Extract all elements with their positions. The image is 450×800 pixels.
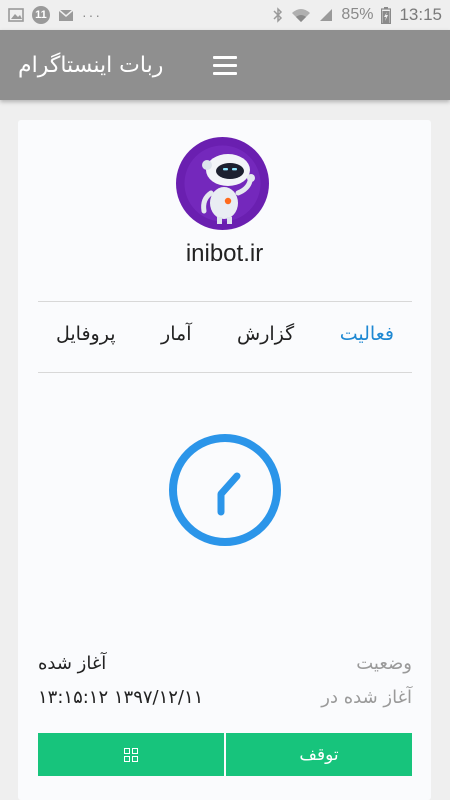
wifi-icon <box>291 8 311 23</box>
app-bar: ربات اینستاگرام <box>0 30 450 100</box>
battery-percentage: 85% <box>341 6 374 23</box>
divider-top <box>38 301 412 302</box>
status-value: آغاز شده <box>38 653 107 674</box>
grid-button[interactable] <box>38 733 226 776</box>
bluetooth-icon <box>273 7 283 23</box>
started-label: آغاز شده در <box>321 687 412 708</box>
grid-icon <box>124 747 138 762</box>
status-row: وضعیت آغاز شده <box>38 653 412 674</box>
hamburger-menu-icon[interactable] <box>207 50 238 80</box>
tab-report[interactable]: گزارش <box>237 323 294 345</box>
notification-badge: 11 <box>32 6 50 24</box>
more-notifications: ··· <box>82 7 102 23</box>
stop-button[interactable]: توقف <box>226 733 412 776</box>
tab-stats[interactable]: آمار <box>161 323 191 345</box>
action-buttons: توقف <box>38 733 412 776</box>
tab-activity[interactable]: فعالیت <box>340 323 394 345</box>
mail-icon <box>58 8 74 22</box>
image-icon <box>8 8 24 22</box>
bot-card: inibot.ir فعالیت گزارش آمار پروفایل وضعی… <box>18 120 431 800</box>
clock-time: 13:15 <box>399 5 442 24</box>
tab-profile[interactable]: پروفایل <box>56 323 116 345</box>
signal-icon <box>319 8 333 22</box>
status-left: 11 ··· <box>8 6 102 24</box>
divider-bottom <box>38 372 412 373</box>
robot-avatar[interactable] <box>176 137 269 230</box>
app-title: ربات اینستاگرام <box>18 52 164 78</box>
status-right: 85% 13:15 <box>273 5 442 25</box>
started-value: ۱۳:۱۵:۱۲ ۱۳۹۷/۱۲/۱۱ <box>38 687 204 708</box>
started-row: آغاز شده در ۱۳:۱۵:۱۲ ۱۳۹۷/۱۲/۱۱ <box>38 687 412 708</box>
status-bar: 11 ··· 85% 13:15 <box>0 0 450 30</box>
battery-charging-icon <box>381 6 392 24</box>
tab-bar: فعالیت گزارش آمار پروفایل <box>38 312 412 356</box>
username: inibot.ir <box>185 240 264 267</box>
clock-icon <box>167 432 283 548</box>
status-label: وضعیت <box>356 653 412 674</box>
